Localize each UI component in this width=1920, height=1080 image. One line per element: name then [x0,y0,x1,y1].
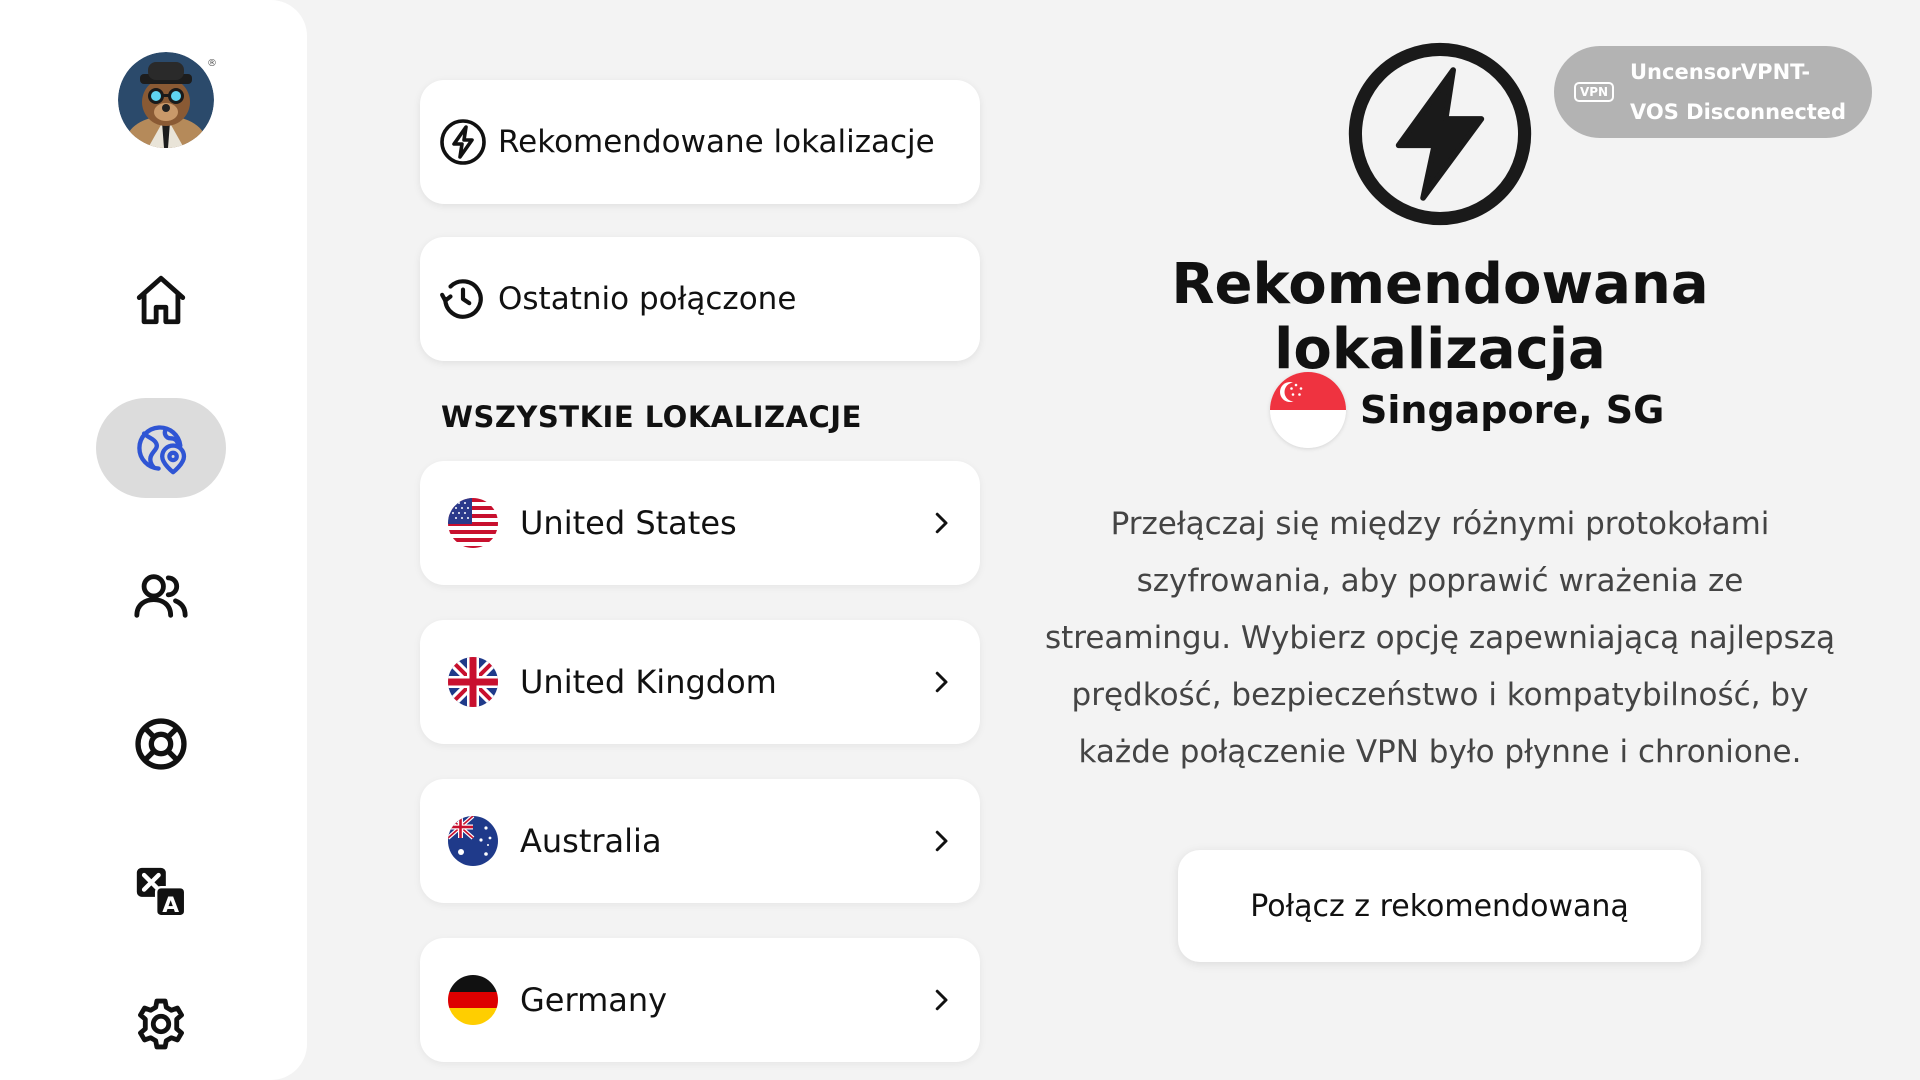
vpn-status-line1: UncensorVPNT- [1630,60,1811,84]
history-icon [440,279,483,319]
location-name: Germany [520,981,668,1019]
nav-users[interactable] [96,546,226,646]
recommended-locations-label: Rekomendowane lokalizacje [498,124,935,160]
recommended-location: Singapore, SG [1270,372,1664,448]
location-name: United Kingdom [520,663,777,701]
recommended-location-name: Singapore, SG [1360,388,1665,432]
description-line: każde połączenie VPN było płynne i chron… [1078,734,1802,770]
app-window: ® A Rekomendowane lokalizacje Ostatnio p… [0,0,1920,1080]
home-icon [136,275,186,325]
translate-icon: A [136,867,187,918]
recommended-locations-button[interactable]: Rekomendowane lokalizacje [420,80,980,204]
location-item-de[interactable]: Germany [420,938,980,1062]
recommended-title: Rekomendowana lokalizacja [1171,252,1709,382]
users-icon [134,574,188,618]
sg-flag-icon [1270,372,1346,448]
chevron-right-icon [935,512,948,534]
recommended-bolt-icon [1348,42,1532,226]
svg-text:A: A [162,893,179,918]
de-flag-icon [448,975,498,1025]
nav-support[interactable] [96,694,226,794]
nav-settings[interactable] [96,974,226,1074]
chevron-right-icon [935,830,948,852]
recommended-description: Przełączaj się między różnymi protokołam… [1040,496,1840,781]
avatar[interactable] [118,52,214,148]
registered-mark: ® [207,58,217,69]
location-name: United States [520,504,737,542]
vpn-status-line2: VOS Disconnected [1630,100,1847,124]
description-line: szyfrowania, aby poprawić wrażenia ze [1136,563,1744,599]
nav-locations[interactable] [96,398,226,498]
au-flag-icon [448,816,498,866]
vpn-badge: VPN [1574,82,1614,102]
lifebuoy-icon [135,718,187,770]
vpn-status-pill[interactable]: VPN UncensorVPNT- VOS Disconnected [1554,46,1872,138]
description-line: prędkość, bezpieczeństwo i kompatybilnoś… [1071,677,1809,713]
location-item-us[interactable]: United States [420,461,980,585]
globe-location-icon [137,425,187,475]
nav-home[interactable] [96,250,226,350]
us-flag-icon [448,498,498,548]
gear-icon [138,998,184,1050]
vpn-status-text: UncensorVPNT- VOS Disconnected [1630,52,1846,132]
chevron-right-icon [935,671,948,693]
location-item-uk[interactable]: United Kingdom [420,620,980,744]
sidebar: ® A [0,0,307,1080]
connect-recommended-button[interactable]: Połącz z rekomendowaną [1178,850,1701,962]
nav-language[interactable]: A [96,842,226,942]
location-name: Australia [520,822,662,860]
description-line: Przełączaj się między różnymi protokołam… [1110,506,1770,542]
chevron-right-icon [935,989,948,1011]
bolt-icon [440,119,486,165]
all-locations-heading: WSZYSTKIE LOKALIZACJE [441,400,862,434]
recently-connected-label: Ostatnio połączone [498,281,797,317]
recently-connected-button[interactable]: Ostatnio połączone [420,237,980,361]
description-line: streamingu. Wybierz opcję zapewniającą n… [1044,620,1835,656]
location-item-au[interactable]: Australia [420,779,980,903]
uk-flag-icon [448,657,498,707]
